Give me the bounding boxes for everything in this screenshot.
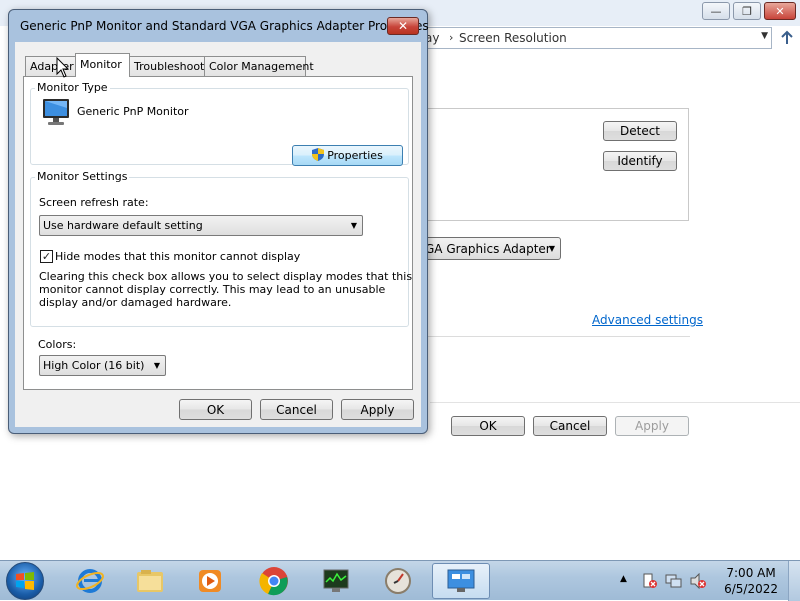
media-player-icon[interactable] bbox=[184, 563, 236, 599]
clock-gadget-icon[interactable] bbox=[372, 563, 424, 599]
close-window-button[interactable]: ✕ bbox=[764, 2, 796, 20]
refresh-rate-value: Use hardware default setting bbox=[43, 219, 203, 232]
mouse-cursor-icon bbox=[56, 56, 70, 79]
breadcrumb-separator: › bbox=[449, 31, 454, 44]
dialog-apply-button[interactable]: Apply bbox=[341, 399, 414, 420]
cancel-button[interactable]: Cancel bbox=[533, 416, 607, 436]
tab-monitor[interactable]: Monitor bbox=[75, 53, 130, 77]
monitor-properties-button[interactable]: Properties bbox=[292, 145, 403, 166]
minimize-button[interactable]: — bbox=[702, 2, 730, 20]
chevron-down-icon: ▼ bbox=[548, 244, 555, 253]
chevron-down-icon[interactable]: ▼ bbox=[761, 31, 768, 41]
properties-button-label: Properties bbox=[327, 149, 383, 162]
display-dropdown[interactable]: GA Graphics Adapter ▼ bbox=[410, 237, 561, 260]
dialog-ok-button[interactable]: OK bbox=[179, 399, 252, 420]
taskbar-clock[interactable]: 7:00 AM 6/5/2022 bbox=[724, 565, 778, 597]
detect-button[interactable]: Detect bbox=[603, 121, 677, 141]
address-bar[interactable]: ay › Screen Resolution ▼ bbox=[410, 27, 772, 49]
clock-time: 7:00 AM bbox=[726, 566, 776, 580]
hide-modes-checkbox[interactable]: ✓ bbox=[40, 250, 53, 263]
chevron-down-icon: ▼ bbox=[153, 361, 160, 370]
dialog-close-button[interactable]: ✕ bbox=[387, 17, 419, 35]
monitor-tab-panel: Monitor Type Generic PnP Monitor Propert… bbox=[23, 76, 413, 390]
tray-overflow-arrow[interactable]: ▲ bbox=[620, 574, 627, 584]
chrome-icon[interactable] bbox=[248, 563, 300, 599]
monitor-type-group: Monitor Type Generic PnP Monitor Propert… bbox=[30, 81, 409, 166]
taskbar: ▲ 7:00 AM 6/5/2022 bbox=[0, 560, 800, 601]
display-dropdown-value: GA Graphics Adapter bbox=[425, 242, 551, 256]
hide-modes-label[interactable]: Hide modes that this monitor cannot disp… bbox=[55, 250, 300, 263]
properties-dialog: Generic PnP Monitor and Standard VGA Gra… bbox=[8, 9, 429, 434]
refresh-rate-label: Screen refresh rate: bbox=[39, 196, 149, 209]
colors-label: Colors: bbox=[38, 338, 77, 351]
ie-icon[interactable] bbox=[64, 563, 116, 599]
warning-line-3: display and/or damaged hardware. bbox=[39, 296, 232, 309]
group-label: Monitor Settings bbox=[35, 170, 130, 183]
task-manager-icon[interactable] bbox=[310, 563, 362, 599]
divider bbox=[430, 402, 800, 403]
group-label: Monitor Type bbox=[35, 81, 110, 94]
network-icon[interactable] bbox=[665, 573, 683, 589]
clock-date: 6/5/2022 bbox=[724, 582, 778, 596]
tab-troubleshoot[interactable]: Troubleshoot bbox=[129, 56, 205, 76]
maximize-button[interactable]: ❐ bbox=[733, 2, 761, 20]
advanced-settings-link[interactable]: Advanced settings bbox=[592, 313, 703, 327]
dialog-client-area: Adapter Monitor Troubleshoot Color Manag… bbox=[15, 42, 421, 427]
ok-button[interactable]: OK bbox=[451, 416, 525, 436]
tab-color-management[interactable]: Color Management bbox=[204, 56, 314, 76]
monitor-settings-group: Monitor Settings Screen refresh rate: Us… bbox=[30, 170, 413, 327]
refresh-rate-select[interactable]: Use hardware default setting ▼ bbox=[39, 215, 363, 236]
show-desktop-button[interactable] bbox=[788, 561, 800, 601]
warning-line-2: monitor cannot display correctly. This m… bbox=[39, 283, 386, 296]
colors-select[interactable]: High Color (16 bit) ▼ bbox=[39, 355, 166, 376]
colors-value: High Color (16 bit) bbox=[43, 359, 145, 372]
refresh-icon[interactable] bbox=[776, 27, 798, 49]
uac-shield-icon bbox=[312, 147, 325, 164]
divider bbox=[420, 336, 690, 337]
display-settings-icon[interactable] bbox=[432, 563, 490, 599]
windows-logo-icon bbox=[16, 572, 34, 590]
monitor-icon bbox=[41, 97, 71, 127]
dialog-title: Generic PnP Monitor and Standard VGA Gra… bbox=[20, 19, 429, 33]
monitor-name: Generic PnP Monitor bbox=[77, 105, 189, 118]
warning-line-1: Clearing this check box allows you to se… bbox=[39, 270, 413, 283]
explorer-icon[interactable] bbox=[124, 563, 176, 599]
volume-muted-icon[interactable] bbox=[689, 572, 707, 590]
action-center-icon[interactable] bbox=[641, 573, 659, 589]
start-button[interactable] bbox=[6, 562, 44, 600]
dialog-cancel-button[interactable]: Cancel bbox=[260, 399, 333, 420]
chevron-down-icon: ▼ bbox=[350, 221, 357, 230]
breadcrumb-screen-resolution[interactable]: Screen Resolution bbox=[459, 31, 567, 45]
identify-button[interactable]: Identify bbox=[603, 151, 677, 171]
apply-button[interactable]: Apply bbox=[615, 416, 689, 436]
